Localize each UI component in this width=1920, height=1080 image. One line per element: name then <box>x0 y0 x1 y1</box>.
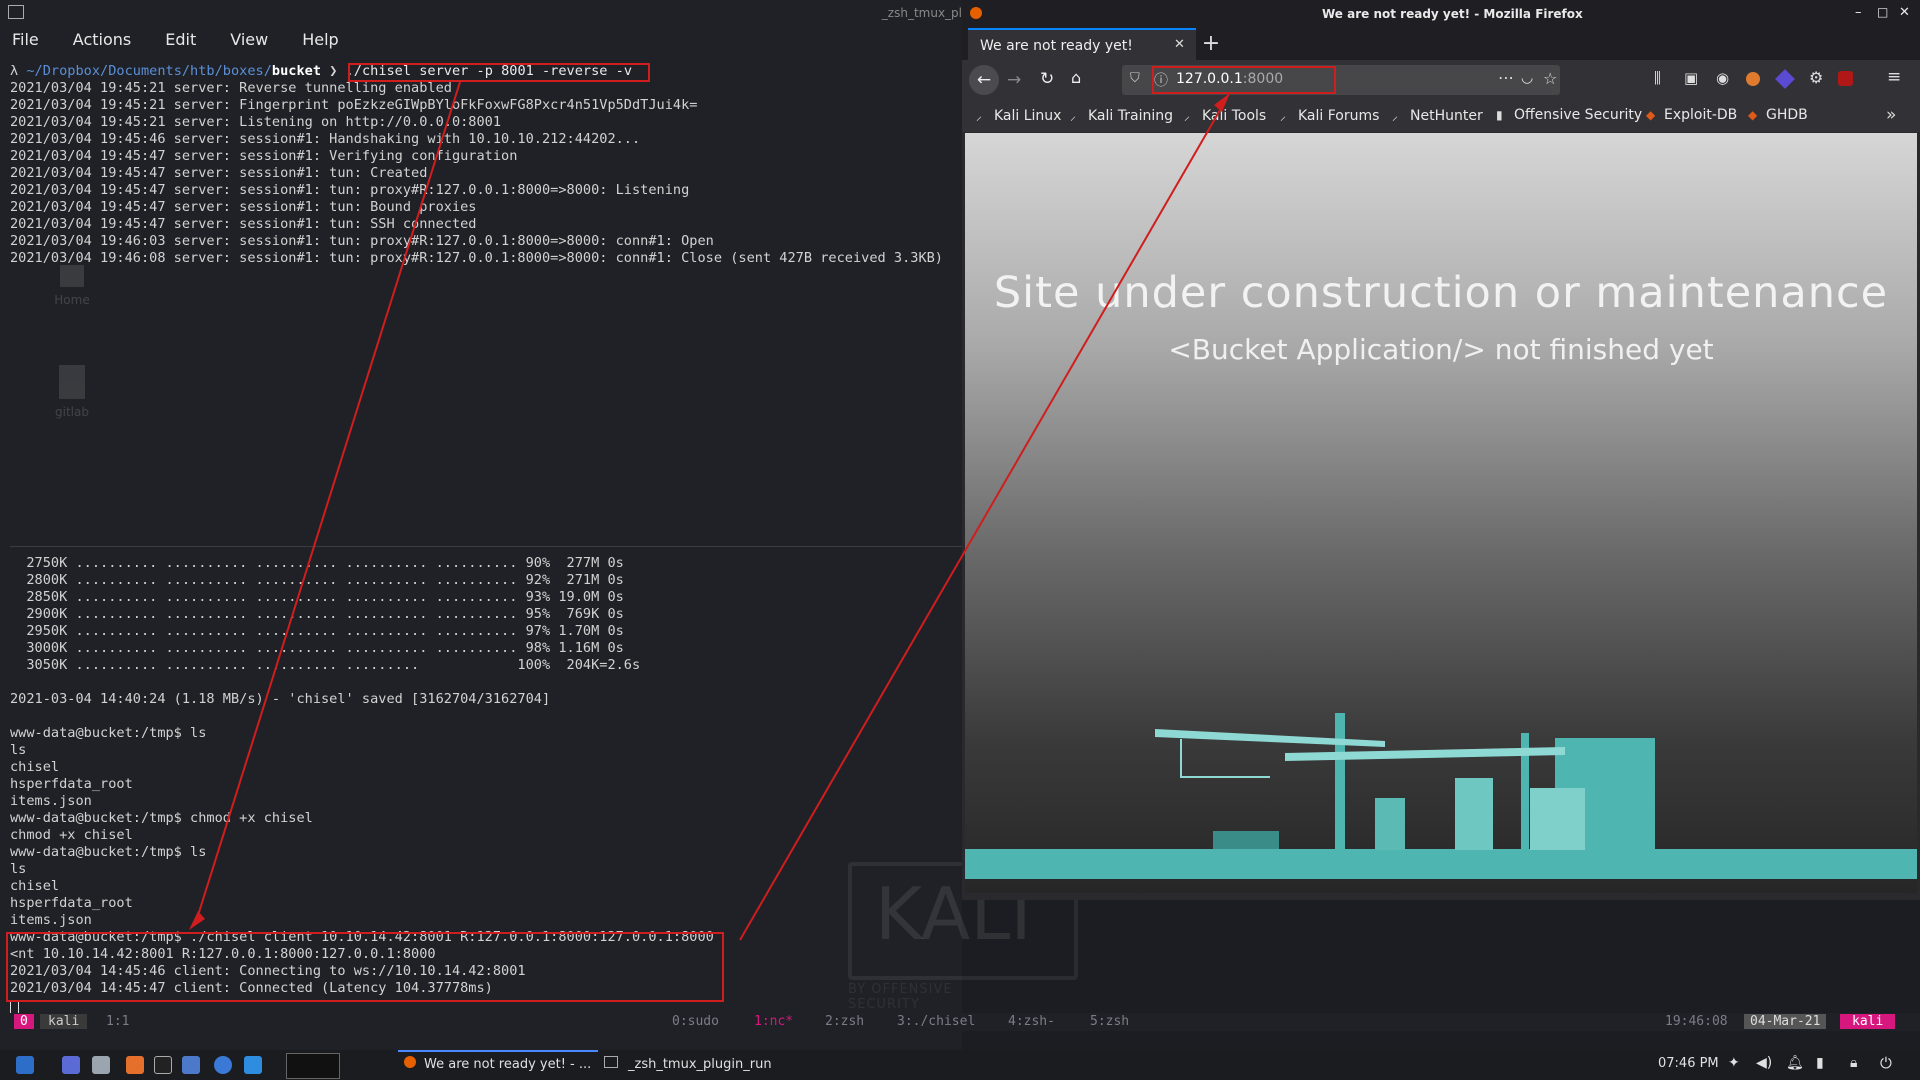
taskbar-task-firefox[interactable]: We are not ready yet! - ... <box>404 1056 591 1072</box>
vscode-icon[interactable] <box>244 1056 262 1074</box>
workspace-switcher[interactable] <box>286 1053 340 1079</box>
screenshot-icon[interactable] <box>182 1056 200 1074</box>
arrow-client-to-url <box>739 97 1228 941</box>
volume-icon[interactable]: ◀) <box>1756 1055 1772 1071</box>
task-label: We are not ready yet! - ... <box>424 1057 592 1072</box>
kali-menu-icon[interactable] <box>16 1056 34 1074</box>
terminal-icon <box>604 1056 618 1068</box>
arrowhead-client <box>189 911 205 930</box>
power-icon[interactable]: ⏻ <box>1880 1054 1892 1072</box>
notification-bell-icon[interactable]: 🔔︎ <box>1786 1055 1804 1071</box>
taskbar-active-indicator <box>398 1050 598 1052</box>
show-desktop-icon[interactable] <box>62 1056 80 1074</box>
lock-icon[interactable]: 🔒︎ <box>1850 1055 1857 1071</box>
clock[interactable]: 07:46 PM <box>1658 1056 1719 1071</box>
taskbar-task-terminal[interactable]: _zsh_tmux_plugin_run <box>604 1056 772 1072</box>
file-manager-icon[interactable] <box>92 1056 110 1074</box>
burp-icon[interactable] <box>126 1056 144 1074</box>
firefox-icon <box>404 1056 416 1068</box>
terminal-icon[interactable] <box>154 1056 172 1074</box>
dropbox-icon[interactable]: ✦ <box>1728 1055 1740 1071</box>
arrowhead-url <box>1214 93 1230 112</box>
battery-icon[interactable]: ▮ <box>1816 1055 1824 1071</box>
taskbar: We are not ready yet! - ... _zsh_tmux_pl… <box>0 1050 1920 1080</box>
arrow-server-to-client <box>194 81 461 926</box>
annotation-arrows <box>189 81 1230 941</box>
task-label: _zsh_tmux_plugin_run <box>628 1057 772 1072</box>
browser-icon[interactable] <box>214 1056 232 1074</box>
